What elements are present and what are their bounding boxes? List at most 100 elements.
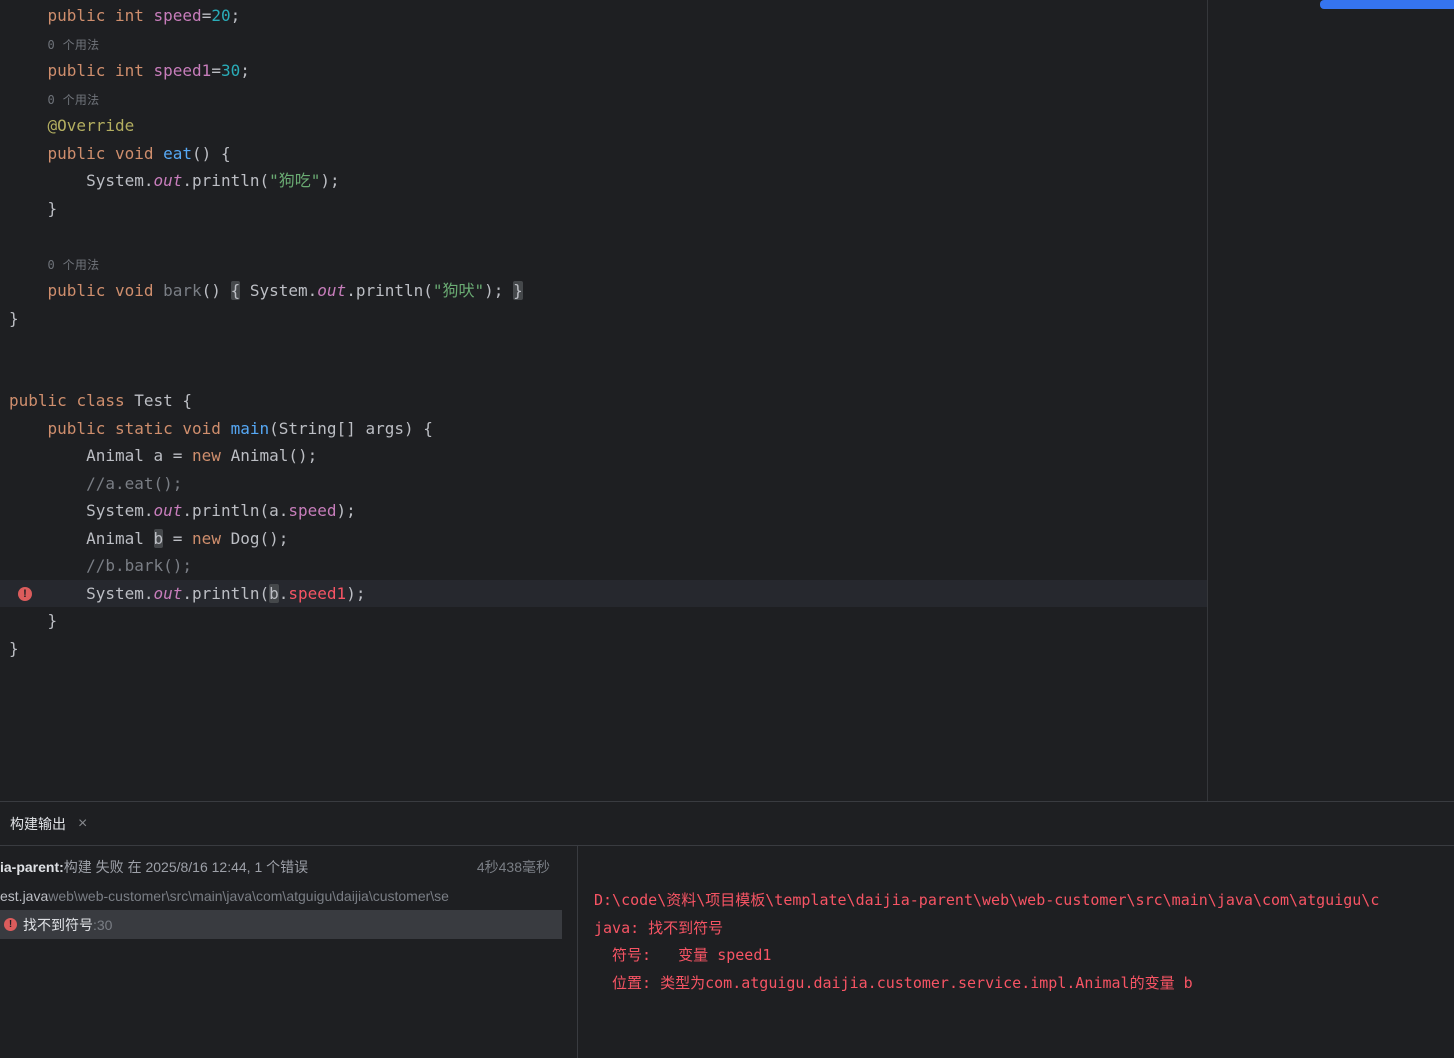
console-lines: D:\code\资料\项目模板\template\daijia-parent\w… (594, 887, 1454, 997)
tab-build-output[interactable]: 构建输出 × (4, 814, 93, 834)
code-line[interactable]: //b.bark(); (0, 552, 1207, 580)
code-token: ); (320, 171, 340, 190)
code-token: ); (484, 281, 514, 300)
code-token: .println( (182, 583, 270, 603)
code-token: int (114, 6, 144, 25)
build-panel-body: ia-parent: 构建 失败 在 2025/8/16 12:44, 1 个错… (0, 846, 1454, 1058)
code-line[interactable]: System.out.println(a.speed); (0, 497, 1207, 525)
code-line[interactable]: } (0, 305, 1207, 333)
code-token: b (269, 583, 279, 603)
code-line[interactable]: @Override (0, 112, 1207, 140)
code-line[interactable]: public int speed1=30; (0, 57, 1207, 85)
code-line[interactable]: public void bark() { System.out.println(… (0, 277, 1207, 305)
code-token: = (201, 6, 212, 25)
usages-inlay-hint[interactable]: 0 个用法 (48, 38, 100, 52)
build-file-row[interactable]: est.java web\web-customer\src\main\java\… (0, 881, 577, 910)
build-file-name: est.java (0, 887, 49, 904)
code-token: } (9, 308, 19, 328)
code-line[interactable] (0, 360, 1207, 388)
usages-inlay-hint[interactable]: 0 个用法 (48, 93, 100, 107)
code-line[interactable]: //a.eat(); (0, 470, 1207, 498)
code-line[interactable]: ! System.out.println(b.speed1); (0, 579, 1207, 607)
code-token: } (9, 638, 19, 658)
inlay-hint-line[interactable]: 0 个用法 (0, 85, 1207, 113)
code-line[interactable]: public void eat() { (0, 140, 1207, 168)
build-file-path: web\web-customer\src\main\java\com\atgui… (48, 887, 449, 904)
build-root-status: 构建 失败 在 2025/8/16 12:44, 1 个错误 (63, 858, 309, 875)
code-line[interactable] (0, 332, 1207, 360)
code-token: out (153, 171, 183, 190)
code-line[interactable]: Animal a = new Animal(); (0, 442, 1207, 470)
build-output-panel: 构建输出 × ia-parent: 构建 失败 在 2025/8/16 12:4… (0, 801, 1454, 1058)
code-line[interactable] (0, 222, 1207, 250)
code-token: speed (153, 6, 202, 25)
build-console[interactable]: D:\code\资料\项目模板\template\daijia-parent\w… (578, 846, 1454, 1058)
cut-off-blue-button[interactable] (1320, 0, 1454, 9)
code-token: = (211, 61, 221, 80)
code-token: public (47, 418, 106, 438)
code-token: } (9, 198, 58, 218)
build-error-label: 找不到符号 (23, 916, 93, 933)
code-token: ; (240, 61, 250, 80)
code-token: ); (336, 501, 356, 520)
build-tree: ia-parent: 构建 失败 在 2025/8/16 12:44, 1 个错… (0, 846, 578, 1058)
code-line[interactable]: public static void main(String[] args) { (0, 415, 1207, 443)
code-token: //a.eat(); (86, 473, 183, 493)
code-token: bark (163, 281, 202, 300)
console-error-line: 位置: 类型为com.atguigu.daijia.customer.servi… (594, 973, 1193, 992)
inlay-indent (9, 89, 48, 108)
code-line[interactable]: } (0, 607, 1207, 635)
code-token: System. (240, 281, 318, 300)
code-token: System. (9, 501, 154, 520)
code-token: = (163, 528, 193, 548)
code-token: b (153, 528, 164, 548)
build-error-row[interactable]: ! 找不到符号 :30 (0, 910, 562, 939)
usages-inlay-hint[interactable]: 0 个用法 (48, 258, 100, 272)
editor-margin-guide (1207, 0, 1208, 801)
build-root-row[interactable]: ia-parent: 构建 失败 在 2025/8/16 12:44, 1 个错… (0, 852, 577, 881)
code-token: Dog(); (220, 528, 289, 548)
code-token: public (47, 6, 106, 25)
code-token: new (192, 446, 221, 465)
code-line[interactable]: public class Test { (0, 387, 1207, 415)
code-line[interactable]: System.out.println("狗吃"); (0, 167, 1207, 195)
code-token: speed1 (288, 583, 347, 603)
build-root-name: ia-parent: (0, 858, 64, 875)
code-token: Animal (9, 528, 154, 548)
inlay-indent (9, 254, 48, 273)
inlay-indent (9, 34, 48, 53)
code-line[interactable]: public int speed=20; (0, 2, 1207, 30)
code-line[interactable]: Animal b = new Dog(); (0, 525, 1207, 553)
code-line[interactable]: } (0, 195, 1207, 223)
close-icon[interactable]: × (78, 815, 87, 832)
code-token: eat (163, 143, 193, 163)
code-lines: public int speed=20; 0 个用法 public int sp… (0, 2, 1207, 662)
inlay-hint-line[interactable]: 0 个用法 (0, 250, 1207, 278)
code-token: @Override (47, 116, 135, 135)
code-token: out (153, 501, 183, 520)
code-token: 30 (220, 61, 241, 80)
code-editor[interactable]: public int speed=20; 0 个用法 public int sp… (0, 0, 1454, 801)
code-line[interactable]: } (0, 635, 1207, 663)
console-error-line: java: 找不到符号 (594, 918, 724, 937)
code-token: static (114, 418, 173, 438)
code-token: Test { (124, 391, 193, 410)
code-token: .println( (182, 171, 270, 190)
code-token: //b.bark(); (86, 556, 193, 575)
code-token: .println( (346, 281, 433, 300)
inlay-hint-line[interactable]: 0 个用法 (0, 30, 1207, 58)
error-gutter-icon[interactable]: ! (18, 586, 32, 601)
